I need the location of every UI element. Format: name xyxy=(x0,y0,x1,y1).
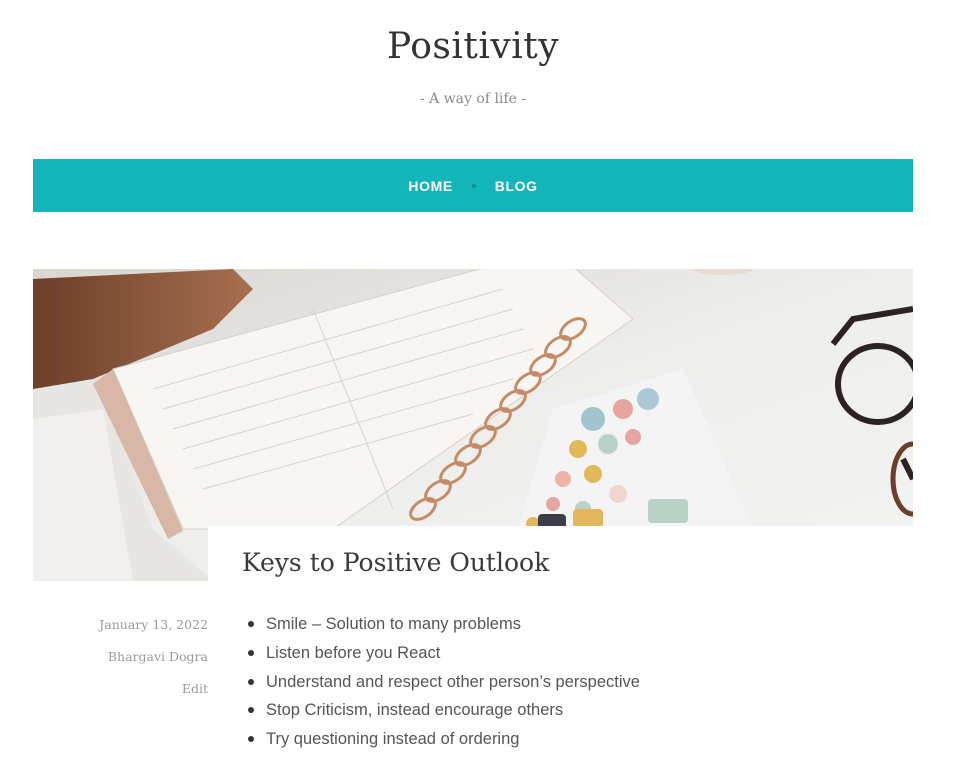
list-item: Stop Criticism, instead encourage others xyxy=(246,698,640,727)
list-item: Listen before you React xyxy=(246,641,640,670)
nav-item-home[interactable]: HOME xyxy=(408,178,452,194)
post-author[interactable]: Bhargavi Dogra xyxy=(108,649,208,664)
site-title[interactable]: Positivity xyxy=(0,26,946,67)
list-item: Understand and respect other person’s pe… xyxy=(246,670,640,699)
nav-separator xyxy=(471,183,476,188)
post-content-list: Smile – Solution to many problems Listen… xyxy=(246,612,640,756)
list-item: Try questioning instead of ordering xyxy=(246,727,640,756)
post-date[interactable]: January 13, 2022 xyxy=(99,617,208,632)
main-navigation: HOME BLOG xyxy=(33,159,913,212)
nav-item-blog[interactable]: BLOG xyxy=(495,178,538,194)
edit-link[interactable]: Edit xyxy=(182,681,208,696)
site-tagline: - A way of life - xyxy=(419,91,527,107)
list-item: Smile – Solution to many problems xyxy=(246,612,640,641)
post-title[interactable]: Keys to Positive Outlook xyxy=(242,548,549,577)
